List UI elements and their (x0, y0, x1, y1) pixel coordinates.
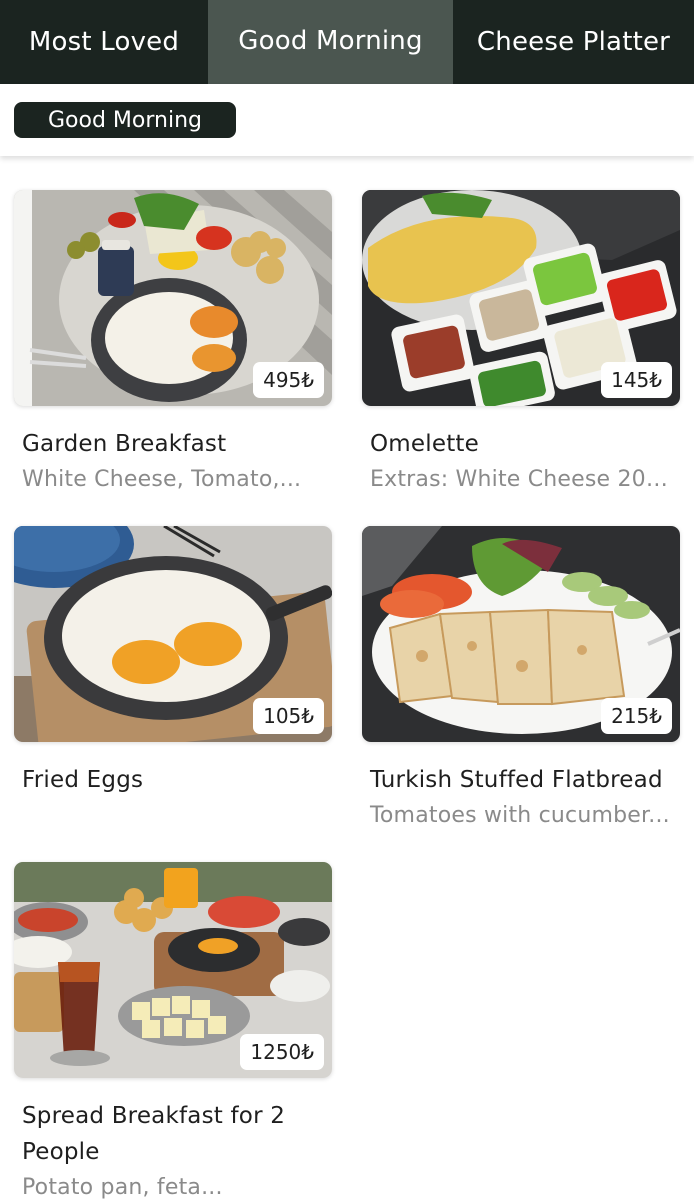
price-badge: 105₺ (253, 698, 324, 734)
subcategory-bar: Good Morning (0, 84, 694, 156)
product-name: Fried Eggs (22, 767, 144, 793)
product-description: Tomatoes with cucumber... (370, 803, 670, 828)
category-tab-bar: Most Loved Good Morning Cheese Platter (0, 0, 694, 84)
subcategory-chip-good-morning[interactable]: Good Morning (14, 102, 236, 138)
product-name: Garden Breakfast (22, 431, 227, 457)
price-badge: 1250₺ (240, 1034, 324, 1070)
product-name: Turkish Stuffed Flatbread (370, 767, 663, 793)
product-name: Spread Breakfast for 2 People (22, 1103, 286, 1165)
tab-most-loved[interactable]: Most Loved (0, 0, 208, 84)
product-name: Omelette (370, 431, 479, 457)
product-image[interactable]: 1250₺ (14, 862, 332, 1078)
price-badge: 145₺ (601, 362, 672, 398)
product-card-garden-breakfast[interactable]: 495₺ Garden Breakfast White Cheese, Toma… (14, 190, 332, 498)
product-card-fried-eggs[interactable]: 105₺ Fried Eggs (14, 526, 332, 798)
product-image[interactable]: 105₺ (14, 526, 332, 742)
tab-good-morning[interactable]: Good Morning (208, 0, 453, 84)
product-image[interactable]: 145₺ (362, 190, 680, 406)
price-badge: 215₺ (601, 698, 672, 734)
product-card-spread-breakfast[interactable]: 1250₺ Spread Breakfast for 2 People Pota… (14, 862, 332, 1200)
tab-cheese-platter[interactable]: Cheese Platter (453, 0, 694, 84)
price-badge: 495₺ (253, 362, 324, 398)
product-description: Potato pan, feta... (22, 1175, 223, 1200)
product-card-omelette[interactable]: 145₺ Omelette Extras: White Cheese 20₺..… (362, 190, 680, 498)
product-image[interactable]: 215₺ (362, 526, 680, 742)
product-description: White Cheese, Tomato,... (22, 467, 302, 492)
product-description: Extras: White Cheese 20₺... (370, 467, 680, 492)
product-image[interactable]: 495₺ (14, 190, 332, 406)
product-card-turkish-stuffed-flatbread[interactable]: 215₺ Turkish Stuffed Flatbread Tomatoes … (362, 526, 680, 834)
